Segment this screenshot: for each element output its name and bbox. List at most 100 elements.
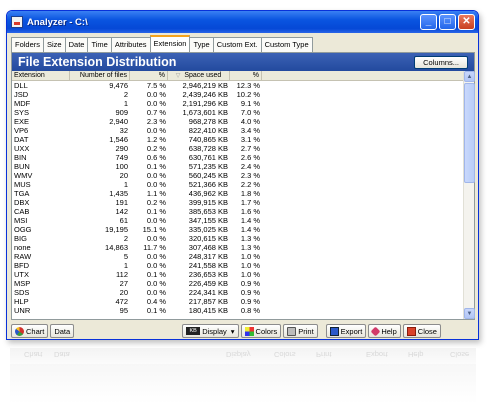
chevron-down-icon: ▾ bbox=[230, 326, 235, 336]
display-button[interactable]: KB Display ▾ bbox=[182, 324, 239, 338]
header-number-of-files[interactable]: Number of files bbox=[70, 71, 130, 80]
maximize-button[interactable]: □ bbox=[439, 14, 456, 30]
cell-file-percent: 0.1 % bbox=[146, 270, 166, 279]
tab-size[interactable]: Size bbox=[43, 37, 66, 52]
header-space-percent[interactable]: % bbox=[230, 71, 262, 80]
table-row[interactable]: JSD 2 0.0 % 2,439,246 KB 10.2 % bbox=[12, 90, 464, 99]
cell-extension: DBX bbox=[14, 198, 30, 207]
scroll-up-button[interactable]: ▲ bbox=[464, 71, 475, 82]
panel-title: File Extension Distribution bbox=[18, 55, 177, 69]
table-row[interactable]: DLL 9,476 7.5 % 2,946,219 KB 12.3 % bbox=[12, 81, 464, 90]
table-row[interactable]: WMV 20 0.0 % 560,245 KB 2.3 % bbox=[12, 171, 464, 180]
cell-extension: none bbox=[14, 243, 31, 252]
cell-space-used: 307,468 KB bbox=[188, 243, 228, 252]
cell-space-percent: 2.7 % bbox=[240, 144, 260, 153]
print-button[interactable]: Print bbox=[283, 324, 318, 338]
cell-space-used: 224,341 KB bbox=[188, 288, 228, 297]
table-row[interactable]: EXE 2,940 2.3 % 968,278 KB 4.0 % bbox=[12, 117, 464, 126]
cell-space-percent: 1.3 % bbox=[240, 234, 260, 243]
help-label: Help bbox=[381, 326, 397, 336]
cell-space-percent: 0.9 % bbox=[240, 297, 260, 306]
columns-button[interactable]: Columns... bbox=[414, 55, 468, 69]
data-button[interactable]: Data bbox=[50, 324, 75, 338]
cell-space-percent: 0.9 % bbox=[240, 279, 260, 288]
cell-space-percent: 1.8 % bbox=[240, 189, 260, 198]
cell-file-count: 2 bbox=[123, 90, 128, 99]
header-space-used[interactable]: ▽ Space used bbox=[168, 71, 230, 80]
analyzer-window: Analyzer - C:\ _ □ ✕ Folders Size Date T… bbox=[6, 10, 479, 340]
tab-type[interactable]: Type bbox=[189, 37, 214, 52]
close-button[interactable]: Close bbox=[402, 324, 441, 338]
tab-date[interactable]: Date bbox=[64, 37, 89, 52]
extension-table: Extension Number of files % ▽ Space used … bbox=[12, 71, 464, 319]
tab-extension[interactable]: Extension bbox=[149, 35, 191, 52]
table-row[interactable]: DBX 191 0.2 % 399,915 KB 1.7 % bbox=[12, 198, 464, 207]
cell-extension: WMV bbox=[14, 171, 33, 180]
reflection-display-text: Display bbox=[226, 350, 251, 359]
table-row[interactable]: HLP 472 0.4 % 217,857 KB 0.9 % bbox=[12, 297, 464, 306]
table-row[interactable]: BUN 100 0.1 % 571,235 KB 2.4 % bbox=[12, 162, 464, 171]
cell-file-count: 20 bbox=[119, 171, 128, 180]
cell-extension: OGG bbox=[14, 225, 32, 234]
header-extension[interactable]: Extension bbox=[12, 71, 70, 80]
table-row[interactable]: MSI 61 0.0 % 347,155 KB 1.4 % bbox=[12, 216, 464, 225]
cell-extension: JSD bbox=[14, 90, 29, 99]
cell-file-percent: 0.0 % bbox=[146, 99, 166, 108]
cell-file-count: 100 bbox=[115, 162, 128, 171]
header-files-percent[interactable]: % bbox=[130, 71, 168, 80]
table-row[interactable]: SDS 20 0.0 % 224,341 KB 0.9 % bbox=[12, 288, 464, 297]
table-row[interactable]: OGG 19,195 15.1 % 335,025 KB 1.4 % bbox=[12, 225, 464, 234]
window-reflection: Chart Data Display Colors Print Export H… bbox=[10, 346, 476, 406]
cell-space-percent: 1.6 % bbox=[240, 207, 260, 216]
printer-icon bbox=[287, 326, 297, 336]
tab-custom-type[interactable]: Custom Type bbox=[260, 37, 313, 52]
chart-button[interactable]: Chart bbox=[11, 324, 49, 338]
scroll-thumb[interactable] bbox=[464, 83, 475, 183]
table-row[interactable]: UXX 290 0.2 % 638,728 KB 2.7 % bbox=[12, 144, 464, 153]
cell-space-percent: 2.6 % bbox=[240, 153, 260, 162]
close-window-button[interactable]: ✕ bbox=[458, 14, 475, 30]
tab-time[interactable]: Time bbox=[87, 37, 112, 52]
cell-extension: BIN bbox=[14, 153, 27, 162]
cell-file-count: 61 bbox=[119, 216, 128, 225]
title-bar[interactable]: Analyzer - C:\ _ □ ✕ bbox=[7, 11, 478, 33]
table-row[interactable]: MDF 1 0.0 % 2,191,296 KB 9.1 % bbox=[12, 99, 464, 108]
cell-file-count: 1 bbox=[123, 261, 128, 270]
cell-space-used: 740,865 KB bbox=[188, 135, 228, 144]
cell-file-count: 1 bbox=[123, 99, 128, 108]
table-row[interactable]: MSP 27 0.0 % 226,459 KB 0.9 % bbox=[12, 279, 464, 288]
colors-label: Colors bbox=[255, 326, 278, 336]
table-row[interactable]: UTX 112 0.1 % 236,653 KB 1.0 % bbox=[12, 270, 464, 279]
export-button[interactable]: Export bbox=[325, 324, 367, 338]
table-row[interactable]: DAT 1,546 1.2 % 740,865 KB 3.1 % bbox=[12, 135, 464, 144]
cell-file-percent: 0.7 % bbox=[146, 108, 166, 117]
table-row[interactable]: none 14,863 11.7 % 307,468 KB 1.3 % bbox=[12, 243, 464, 252]
table-row[interactable]: RAW 5 0.0 % 248,317 KB 1.0 % bbox=[12, 252, 464, 261]
cell-file-count: 749 bbox=[115, 153, 128, 162]
table-row[interactable]: MUS 1 0.0 % 521,366 KB 2.2 % bbox=[12, 180, 464, 189]
cell-space-used: 630,761 KB bbox=[188, 153, 228, 162]
table-row[interactable]: CAB 142 0.1 % 385,653 KB 1.6 % bbox=[12, 207, 464, 216]
table-row[interactable]: UNR 95 0.1 % 180,415 KB 0.8 % bbox=[12, 306, 464, 315]
cell-space-percent: 9.1 % bbox=[240, 99, 260, 108]
cell-space-used: 335,025 KB bbox=[188, 225, 228, 234]
table-row[interactable]: SYS 909 0.7 % 1,673,601 KB 7.0 % bbox=[12, 108, 464, 117]
colors-button[interactable]: Colors bbox=[240, 324, 282, 338]
cell-file-percent: 0.1 % bbox=[146, 207, 166, 216]
cell-file-percent: 0.1 % bbox=[146, 162, 166, 171]
tab-folders[interactable]: Folders bbox=[11, 37, 45, 52]
table-row[interactable]: TGA 1,435 1.1 % 436,962 KB 1.8 % bbox=[12, 189, 464, 198]
cell-file-count: 2 bbox=[123, 234, 128, 243]
minimize-button[interactable]: _ bbox=[420, 14, 437, 30]
table-row[interactable]: BFD 1 0.0 % 241,558 KB 1.0 % bbox=[12, 261, 464, 270]
table-row[interactable]: BIN 749 0.6 % 630,761 KB 2.6 % bbox=[12, 153, 464, 162]
table-row[interactable]: BIG 2 0.0 % 320,615 KB 1.3 % bbox=[12, 234, 464, 243]
cell-extension: HLP bbox=[14, 297, 29, 306]
table-row[interactable]: VP6 32 0.0 % 822,410 KB 3.4 % bbox=[12, 126, 464, 135]
cell-space-used: 2,439,246 KB bbox=[182, 90, 228, 99]
tab-custom-ext[interactable]: Custom Ext. bbox=[212, 37, 262, 52]
scroll-down-button[interactable]: ▼ bbox=[464, 308, 475, 319]
vertical-scrollbar[interactable]: ▲ ▼ bbox=[463, 71, 475, 319]
help-button[interactable]: Help bbox=[368, 324, 401, 338]
tab-attributes[interactable]: Attributes bbox=[110, 37, 151, 52]
